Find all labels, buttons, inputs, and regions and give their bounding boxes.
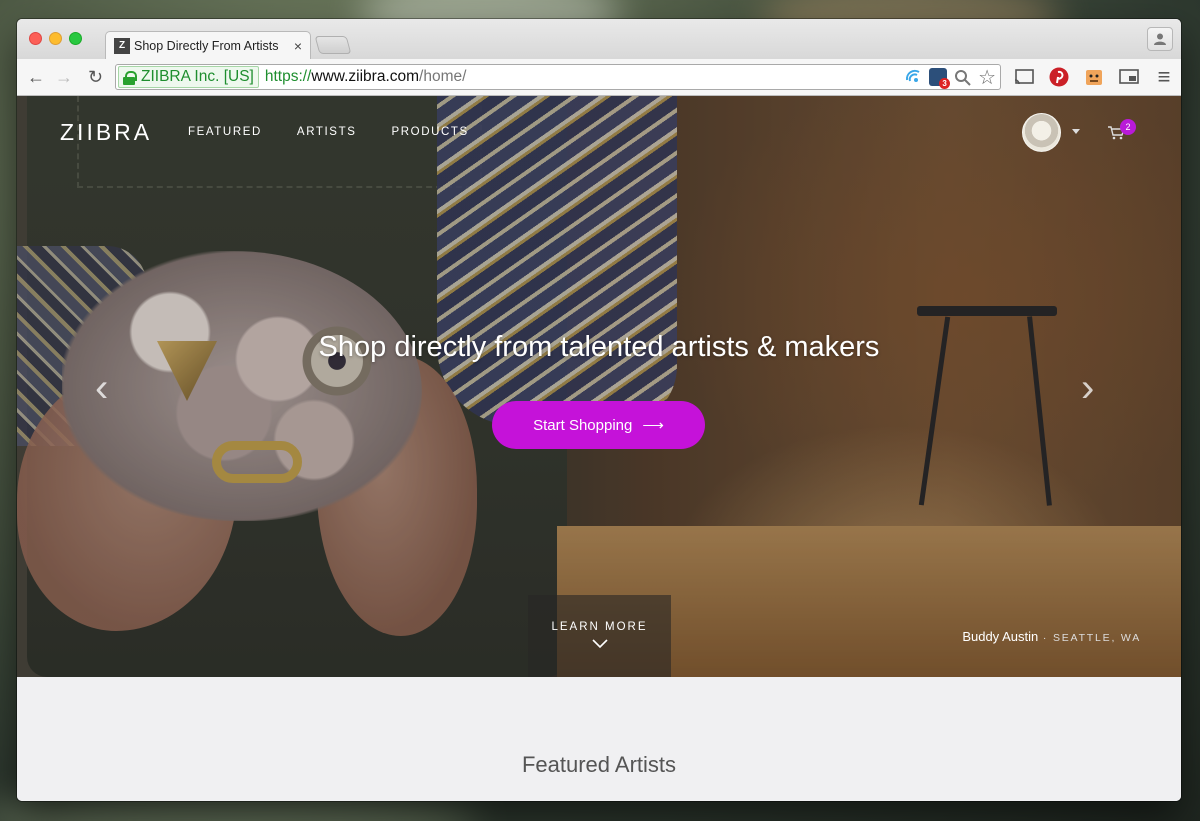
slider-prev-icon[interactable]: ‹	[95, 366, 108, 411]
minimize-window-button[interactable]	[49, 32, 62, 45]
url-host: www.ziibra.com	[311, 68, 420, 85]
ziibra-favicon-icon: Z	[114, 37, 130, 54]
nav-featured[interactable]: FEATURED	[188, 126, 262, 138]
learn-more-label: LEARN MORE	[551, 621, 648, 633]
hero-banner: ZIIBRA FEATURED ARTISTS PRODUCTS 2 ‹ › S…	[17, 96, 1181, 677]
start-shopping-button[interactable]: Start Shopping ⟶	[492, 401, 705, 449]
learn-more-button[interactable]: LEARN MORE	[528, 595, 671, 677]
search-icon[interactable]	[954, 69, 971, 86]
screen-share-icon[interactable]	[1118, 66, 1140, 88]
photo-credit: Buddy Austin · SEATTLE, WA	[962, 629, 1141, 644]
nav-products[interactable]: PRODUCTS	[391, 126, 468, 138]
ev-certificate-badge[interactable]: ZIIBRA Inc. [US]	[118, 66, 259, 88]
cart-count-badge: 2	[1120, 119, 1136, 135]
chevron-down-icon	[591, 639, 608, 649]
hero-overlay	[17, 96, 1181, 677]
cast-icon[interactable]	[1013, 66, 1035, 88]
slider-next-icon[interactable]: ›	[1081, 366, 1094, 411]
reload-button[interactable]: ↻	[88, 67, 103, 87]
tab-close-icon[interactable]: ×	[294, 38, 302, 54]
tab-strip: Z Shop Directly From Artists ×	[17, 19, 1181, 59]
url-path: /home/	[419, 68, 467, 85]
extension-icon[interactable]: 3	[929, 68, 951, 89]
address-bar[interactable]: ZIIBRA Inc. [US] https:// www.ziibra.com…	[115, 64, 1001, 90]
tab-active[interactable]: Z Shop Directly From Artists ×	[105, 31, 311, 59]
menu-icon[interactable]: ≡	[1153, 64, 1175, 89]
wifi-extension-icon[interactable]	[904, 68, 922, 86]
new-tab-button[interactable]	[314, 36, 352, 54]
arrow-right-icon: ⟶	[642, 417, 664, 434]
close-window-button[interactable]	[29, 32, 42, 45]
forward-button[interactable]: →	[55, 67, 73, 87]
extension-badge: 3	[939, 78, 951, 89]
credit-name[interactable]: Buddy Austin	[962, 629, 1038, 644]
chevron-down-icon[interactable]	[1072, 129, 1080, 134]
url-scheme: https://	[264, 68, 312, 85]
lock-icon	[123, 70, 137, 85]
browser-toolbar: ← → ↻ ZIIBRA Inc. [US] https:// www.ziib…	[17, 59, 1181, 96]
back-button[interactable]: ←	[27, 67, 45, 87]
person-icon	[1154, 33, 1166, 45]
profile-button[interactable]	[1147, 27, 1173, 51]
tab-title: Shop Directly From Artists	[134, 38, 279, 53]
site-logo[interactable]: ZIIBRA	[60, 119, 152, 146]
zoom-window-button[interactable]	[69, 32, 82, 45]
bookmark-star-icon[interactable]: ☆	[978, 65, 996, 90]
credit-separator: ·	[1038, 632, 1053, 644]
ev-label: ZIIBRA Inc. [US]	[141, 68, 254, 85]
browser-window: Z Shop Directly From Artists × ← → ↻ ZII…	[17, 19, 1181, 801]
credit-location: SEATTLE, WA	[1052, 632, 1141, 644]
face-extension-icon[interactable]	[1083, 66, 1105, 88]
pinterest-icon[interactable]	[1048, 66, 1070, 88]
featured-artists-heading: Featured Artists	[521, 752, 677, 777]
featured-artists-section: Featured Artists	[17, 677, 1181, 801]
hero-headline: Shop directly from talented artists & ma…	[318, 331, 880, 363]
nav-artists[interactable]: ARTISTS	[297, 126, 357, 138]
user-avatar[interactable]	[1022, 113, 1061, 152]
site-nav: FEATURED ARTISTS PRODUCTS	[188, 126, 469, 138]
web-page: ZIIBRA FEATURED ARTISTS PRODUCTS 2 ‹ › S…	[17, 96, 1181, 801]
start-shopping-label: Start Shopping	[533, 416, 633, 434]
